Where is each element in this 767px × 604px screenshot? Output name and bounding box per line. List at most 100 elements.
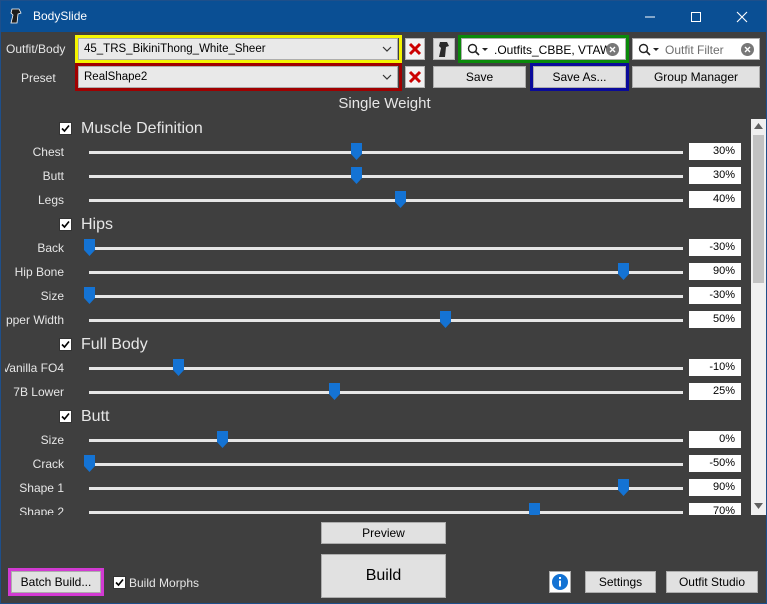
remove-preset-button[interactable] <box>405 66 425 88</box>
weight-title: Single Weight <box>338 95 431 112</box>
section-checkbox[interactable] <box>59 410 72 423</box>
slider-value-field[interactable]: 30% <box>689 167 741 184</box>
slider-value-field[interactable]: 90% <box>689 263 741 280</box>
slider-section: Muscle Definition <box>5 119 747 139</box>
outfit-studio-button[interactable]: Outfit Studio <box>666 571 758 593</box>
slider-thumb[interactable] <box>618 479 630 496</box>
slider-track[interactable] <box>89 391 683 394</box>
slider-value-field[interactable]: -30% <box>689 239 741 256</box>
vertical-scrollbar[interactable] <box>751 119 766 515</box>
remove-outfit-button[interactable] <box>405 38 425 60</box>
slider-label: Shape 2 <box>19 505 64 515</box>
section-checkbox[interactable] <box>59 218 72 231</box>
slider-value-field[interactable]: 25% <box>689 383 741 400</box>
remove-x-icon <box>408 70 422 84</box>
slider-panel: Muscle Definition Chest 30% Butt 30% Legs 40% H… <box>5 116 747 515</box>
slider-track[interactable] <box>89 271 683 274</box>
preset-value: RealShape2 <box>84 71 148 83</box>
save-button[interactable]: Save <box>433 66 526 88</box>
build-morphs-checkbox[interactable] <box>113 576 126 589</box>
slider-row: Butt 30% <box>5 165 747 187</box>
slider-value-field[interactable]: 50% <box>689 311 741 328</box>
slider-label: Upper Width <box>5 313 64 327</box>
slider-track[interactable] <box>89 511 683 514</box>
slider-label: Back <box>37 241 64 255</box>
slider-thumb[interactable] <box>618 263 630 280</box>
slider-track[interactable] <box>89 199 683 202</box>
scroll-down-icon[interactable] <box>754 503 763 509</box>
slider-value-field[interactable]: 90% <box>689 479 741 496</box>
slider-track[interactable] <box>89 247 683 250</box>
section-checkbox[interactable] <box>59 338 72 351</box>
outfit-body-value: 45_TRS_BikiniThong_White_Sheer <box>84 43 266 55</box>
slider-section: Full Body <box>5 335 747 355</box>
slider-value-field[interactable]: 70% <box>689 503 741 515</box>
group-filter-field[interactable]: .Outfits_CBBE, VTAW <box>461 38 626 60</box>
slider-thumb-shape <box>618 479 630 496</box>
clear-group-filter-icon[interactable] <box>605 42 620 57</box>
preset-dropdown[interactable]: RealShape2 <box>78 66 398 88</box>
slider-value-field[interactable]: -10% <box>689 359 741 376</box>
slider-label: Vanilla FO4 <box>5 361 64 375</box>
slider-thumb[interactable] <box>350 143 362 160</box>
slider-track[interactable] <box>89 463 683 466</box>
minimize-button[interactable] <box>627 1 673 32</box>
slider-thumb-shape <box>350 143 362 160</box>
window-title: BodySlide <box>33 9 88 23</box>
info-button[interactable] <box>549 571 571 593</box>
minimize-icon <box>645 16 655 18</box>
bodyslide-window: BodySlide Outfit/Body 45_TRS_BikiniThong… <box>0 0 767 604</box>
slider-thumb[interactable] <box>83 287 95 304</box>
outfit-filter-field[interactable]: Outfit Filter <box>632 38 760 60</box>
slider-thumb[interactable] <box>83 455 95 472</box>
close-icon <box>736 11 748 23</box>
slider-row: Chest 30% <box>5 141 747 163</box>
settings-button[interactable]: Settings <box>585 571 656 593</box>
close-button[interactable] <box>719 1 765 32</box>
scroll-up-icon[interactable] <box>754 123 763 129</box>
slider-thumb[interactable] <box>217 431 229 448</box>
slider-track[interactable] <box>89 175 683 178</box>
slider-track[interactable] <box>89 151 683 154</box>
slider-thumb[interactable] <box>439 311 451 328</box>
slider-thumb-shape <box>217 431 229 448</box>
batch-build-button[interactable]: Batch Build... <box>11 571 101 593</box>
slider-thumb[interactable] <box>395 191 407 208</box>
title-bar: BodySlide <box>1 1 766 32</box>
slider-thumb-shape <box>395 191 407 208</box>
slider-value-field[interactable]: -30% <box>689 287 741 304</box>
slider-label: Size <box>40 433 64 447</box>
build-button[interactable]: Build <box>321 554 446 598</box>
section-name: Hips <box>81 216 114 233</box>
slider-track[interactable] <box>89 487 683 490</box>
slider-value-field[interactable]: 30% <box>689 143 741 160</box>
slider-thumb-shape <box>172 359 184 376</box>
preset-label: Preset <box>21 71 56 85</box>
slider-label: Size <box>40 289 64 303</box>
slider-track[interactable] <box>89 439 683 442</box>
slider-section: Butt <box>5 407 747 427</box>
slider-thumb[interactable] <box>83 239 95 256</box>
scrollbar-thumb[interactable] <box>753 135 764 283</box>
outfit-body-dropdown[interactable]: 45_TRS_BikiniThong_White_Sheer <box>78 38 398 60</box>
section-checkbox[interactable] <box>59 122 72 135</box>
section-name: Muscle Definition <box>81 120 203 137</box>
slider-thumb[interactable] <box>328 383 340 400</box>
slider-thumb[interactable] <box>172 359 184 376</box>
slider-track[interactable] <box>89 295 683 298</box>
maximize-button[interactable] <box>673 1 719 32</box>
preview-button[interactable]: Preview <box>321 522 446 544</box>
slider-value-field[interactable]: 0% <box>689 431 741 448</box>
outfit-studio-shortcut-button[interactable] <box>433 38 455 60</box>
slider-thumb[interactable] <box>529 503 540 515</box>
slider-value-field[interactable]: 40% <box>689 191 741 208</box>
slider-row: Shape 2 70% <box>5 501 747 515</box>
group-manager-button[interactable]: Group Manager <box>632 66 760 88</box>
slider-label: Crack <box>32 457 64 471</box>
clear-outfit-filter-icon[interactable] <box>740 42 755 57</box>
info-icon <box>552 574 568 590</box>
save-as-button[interactable]: Save As... <box>533 66 626 88</box>
slider-thumb[interactable] <box>350 167 362 184</box>
slider-track[interactable] <box>89 319 683 322</box>
slider-value-field[interactable]: -50% <box>689 455 741 472</box>
